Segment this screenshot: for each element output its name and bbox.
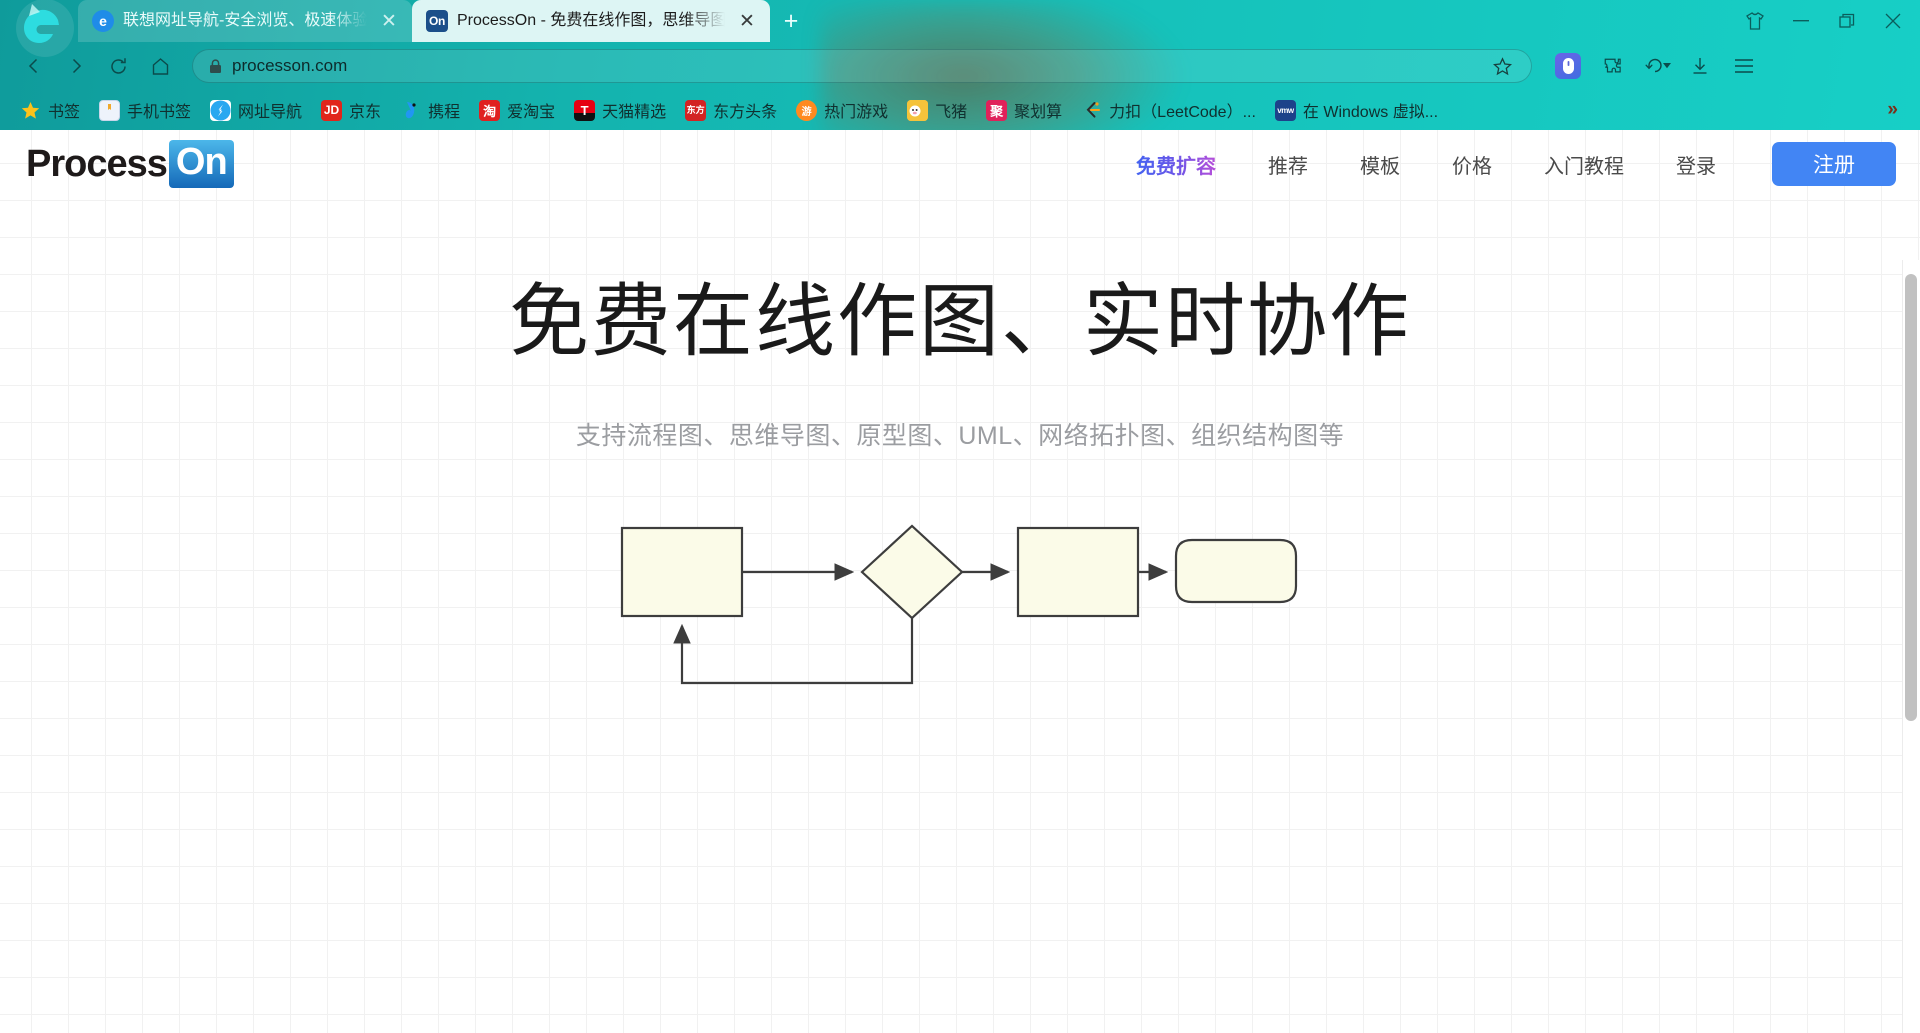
bookmark-label: 东方头条: [713, 104, 778, 121]
bookmark-label: 网址导航: [238, 104, 303, 121]
tshirt-icon[interactable]: [1732, 0, 1778, 42]
flowchart-svg: [620, 524, 1298, 685]
extensions-puzzle-icon[interactable]: [1592, 48, 1632, 84]
processon-logo[interactable]: Process On: [26, 140, 234, 188]
site-navigation: 免费扩容 推荐 模板 价格 入门教程 登录 注册: [1110, 140, 1896, 189]
bookmark-item[interactable]: JD 京东: [313, 94, 389, 126]
nav-item-login[interactable]: 登录: [1650, 140, 1742, 189]
window-controls: [1732, 0, 1920, 42]
star-yellow-icon: [20, 100, 41, 121]
bookmark-label: 力扣（LeetCode）...: [1109, 104, 1256, 121]
bookmark-label: 飞猪: [935, 104, 968, 121]
flowchart-illustration: [0, 516, 1920, 716]
bookmark-label: 手机书签: [127, 104, 192, 121]
flow-node-diamond: [860, 524, 964, 620]
dongfang-icon: 东方: [685, 99, 707, 121]
forward-arrow-icon[interactable]: [56, 48, 96, 84]
reload-icon[interactable]: [98, 48, 138, 84]
bookmark-item[interactable]: 东方 东方头条: [677, 94, 785, 126]
bookmarks-overflow-button[interactable]: »: [1877, 99, 1908, 121]
bookmark-item[interactable]: 聚 聚划算: [978, 94, 1070, 126]
collections-icon[interactable]: [1548, 48, 1588, 84]
bookmark-label: 书签: [48, 104, 81, 121]
scrollbar-thumb[interactable]: [1905, 274, 1917, 721]
bookmark-item[interactable]: vmw 在 Windows 虚拟...: [1267, 94, 1446, 126]
bookmark-label: 京东: [349, 104, 382, 121]
tab-1[interactable]: On ProcessOn - 免费在线作图，思维导图 ✕: [412, 0, 770, 42]
bookmark-item[interactable]: T 天猫精选: [566, 94, 674, 126]
phone-bookmark-icon: [99, 99, 121, 121]
nav-item-templates[interactable]: 模板: [1334, 140, 1426, 189]
navigation-toolbar: processon.com: [0, 42, 1920, 90]
url-text: processon.com: [232, 56, 348, 75]
leetcode-icon: [1081, 100, 1102, 121]
settings-menu-icon[interactable]: [1724, 48, 1764, 84]
close-button[interactable]: [1870, 0, 1916, 42]
nav-item-recommend[interactable]: 推荐: [1242, 140, 1334, 189]
address-bar[interactable]: processon.com: [192, 49, 1532, 83]
tab-close-button[interactable]: ✕: [376, 8, 402, 34]
minimize-button[interactable]: [1778, 0, 1824, 42]
compass-icon: [210, 99, 232, 121]
browser-logo-icon: [0, 0, 78, 57]
ctrip-icon: [400, 100, 421, 121]
tab-strip: e 联想网址导航-安全浏览、极速体验 ✕ On ProcessOn - 免费在线…: [0, 0, 1920, 57]
bookmark-label: 聚划算: [1014, 104, 1063, 121]
fliggy-icon: [907, 99, 929, 121]
tmall-icon: T: [574, 99, 596, 121]
history-undo-icon[interactable]: [1636, 48, 1676, 84]
page-scrollbar[interactable]: [1902, 260, 1920, 1033]
bookmarks-bar: 书签 手机书签 网址导航 JD 京东 携程 淘 爱淘宝 T 天猫精选 东方 东方…: [0, 90, 1920, 130]
jd-icon: JD: [321, 99, 343, 121]
logo-badge: On: [168, 140, 234, 188]
flow-node-terminator: [1174, 538, 1298, 604]
tab-close-button[interactable]: ✕: [734, 8, 760, 34]
browser-window: e 联想网址导航-安全浏览、极速体验 ✕ On ProcessOn - 免费在线…: [0, 0, 1920, 1033]
juhuasuan-icon: 聚: [986, 99, 1008, 121]
processon-on-icon: On: [426, 10, 448, 32]
tab-0[interactable]: e 联想网址导航-安全浏览、极速体验 ✕: [78, 0, 412, 42]
bookmark-item[interactable]: 手机书签: [91, 94, 199, 126]
bookmark-item[interactable]: 网址导航: [202, 94, 310, 126]
new-tab-button[interactable]: +: [770, 0, 812, 42]
page-content: Process On 免费扩容 推荐 模板 价格 入门教程 登录 注册 免费在线作…: [0, 130, 1920, 1033]
vmware-icon: vmw: [1274, 99, 1296, 121]
star-icon[interactable]: [1485, 51, 1519, 81]
bookmark-item[interactable]: 淘 爱淘宝: [471, 94, 563, 126]
edge-blue-e-icon: e: [92, 10, 114, 32]
bookmark-label: 在 Windows 虚拟...: [1302, 104, 1439, 121]
toolbar-right-icons: [1548, 48, 1764, 84]
register-button[interactable]: 注册: [1772, 142, 1896, 186]
flow-node-rect-1: [620, 526, 744, 618]
page-title: 免费在线作图、实时协作: [509, 277, 1411, 366]
lock-icon: [209, 58, 222, 74]
browser-chrome: e 联想网址导航-安全浏览、极速体验 ✕ On ProcessOn - 免费在线…: [0, 0, 1920, 130]
taobao-icon: 淘: [479, 99, 501, 121]
flow-node-rect-2: [1016, 526, 1140, 618]
tab-title: ProcessOn - 免费在线作图，思维导图: [457, 12, 725, 29]
bookmark-label: 爱淘宝: [507, 104, 556, 121]
logo-text: Process: [26, 142, 168, 185]
downloads-icon[interactable]: [1680, 48, 1720, 84]
nav-item-tutorial[interactable]: 入门教程: [1518, 140, 1650, 189]
bookmark-item[interactable]: 携程: [392, 94, 468, 126]
tab-title: 联想网址导航-安全浏览、极速体验: [123, 12, 367, 29]
bookmark-label: 携程: [428, 104, 461, 121]
games-icon: 游: [796, 99, 818, 121]
site-header: Process On 免费扩容 推荐 模板 价格 入门教程 登录 注册: [0, 130, 1920, 198]
page-subtitle: 支持流程图、思维导图、原型图、UML、网络拓扑图、组织结构图等: [575, 422, 1345, 450]
home-icon[interactable]: [140, 48, 180, 84]
restore-button[interactable]: [1824, 0, 1870, 42]
hero-section: 免费在线作图、实时协作 支持流程图、思维导图、原型图、UML、网络拓扑图、组织结…: [0, 276, 1920, 452]
bookmark-label: 热门游戏: [824, 104, 889, 121]
bookmark-item[interactable]: 书签: [12, 94, 88, 126]
bookmark-item[interactable]: 力扣（LeetCode）...: [1073, 94, 1264, 126]
nav-item-free-upgrade[interactable]: 免费扩容: [1110, 140, 1242, 189]
flow-arrow-loopback: [673, 618, 914, 685]
bookmark-item[interactable]: 游 热门游戏: [788, 94, 896, 126]
nav-item-pricing[interactable]: 价格: [1426, 140, 1518, 189]
bookmark-label: 天猫精选: [602, 104, 667, 121]
back-arrow-icon[interactable]: [14, 48, 54, 84]
bookmark-item[interactable]: 飞猪: [899, 94, 975, 126]
